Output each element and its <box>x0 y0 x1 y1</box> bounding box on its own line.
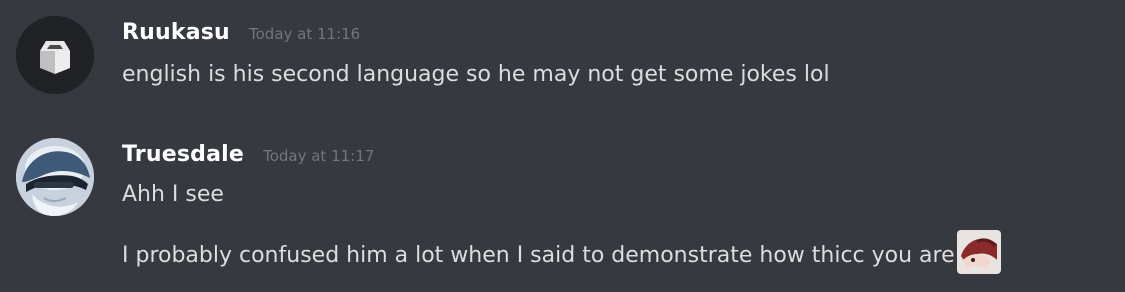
username[interactable]: Truesdale <box>122 142 244 167</box>
hexagon-logo-icon <box>16 16 94 94</box>
timestamp[interactable]: Today at 11:17 <box>263 147 374 165</box>
message-header: Ruukasu Today at 11:16 <box>122 20 360 45</box>
timestamp[interactable]: Today at 11:16 <box>249 25 360 43</box>
message-text: Ahh I see <box>122 182 224 207</box>
message-header: Truesdale Today at 11:17 <box>122 142 374 167</box>
message-text: english is his second language so he may… <box>122 62 830 87</box>
avatar[interactable] <box>16 138 94 216</box>
message-text: I probably confused him a lot when I sai… <box>122 243 955 268</box>
avatar[interactable] <box>16 16 94 94</box>
message-text-with-emoji: I probably confused him a lot when I sai… <box>122 230 1001 274</box>
chat-log: Ruukasu Today at 11:16 english is his se… <box>0 0 1125 292</box>
anime-character-avatar-icon <box>16 138 94 216</box>
username[interactable]: Ruukasu <box>122 20 230 45</box>
custom-emoji-icon[interactable] <box>956 230 1001 274</box>
